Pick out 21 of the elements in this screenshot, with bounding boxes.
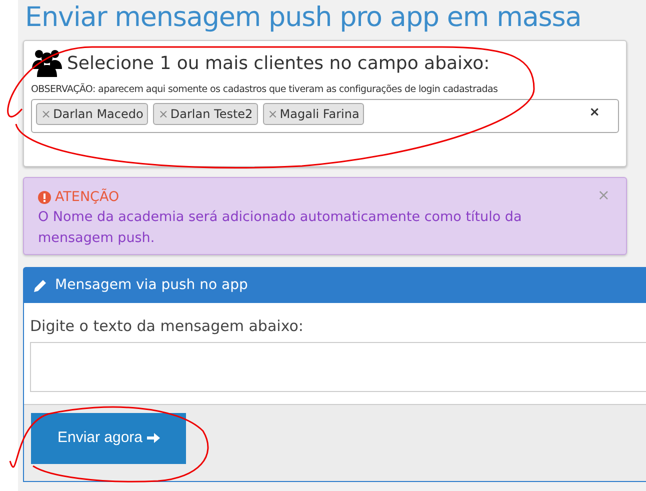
client-select-field[interactable]: × Darlan Macedo × Darlan Teste2 × Magali Farina × [31,99,619,134]
message-field[interactable] [30,342,646,392]
arrow-right-icon [146,432,160,444]
tag-label: Darlan Macedo [53,106,144,124]
note-text: OBSERVAÇÃO: aparecem aqui somente os cadastros que tiveram as configurações de login cadastradas [31,83,499,97]
tag-label: Magali Farina [280,106,360,124]
client-tag[interactable]: × Darlan Macedo [36,103,148,126]
pencil-icon [34,279,47,292]
users-icon [31,49,63,77]
clear-button[interactable]: × [589,103,600,123]
card-heading: Selecione 1 ou mais clientes no campo abaixo: [67,52,490,76]
alert-title: ATENÇÃO [55,188,120,207]
client-tag[interactable]: × Magali Farina [262,103,364,126]
page-title: Enviar mensagem push pro app em massa [25,1,582,35]
tag-label: Darlan Teste2 [170,106,253,124]
field-label: Digite o texto da mensagem abaixo: [30,316,304,337]
exclamation-icon [38,190,51,204]
panel-title: Mensagem via push no app [55,276,248,295]
client-tag[interactable]: × Darlan Teste2 [153,103,258,126]
alert-message: O Nome da academia será adicionado automaticamente como título da mensagem push. [38,208,523,248]
send-button[interactable]: Enviar agora [31,412,186,464]
